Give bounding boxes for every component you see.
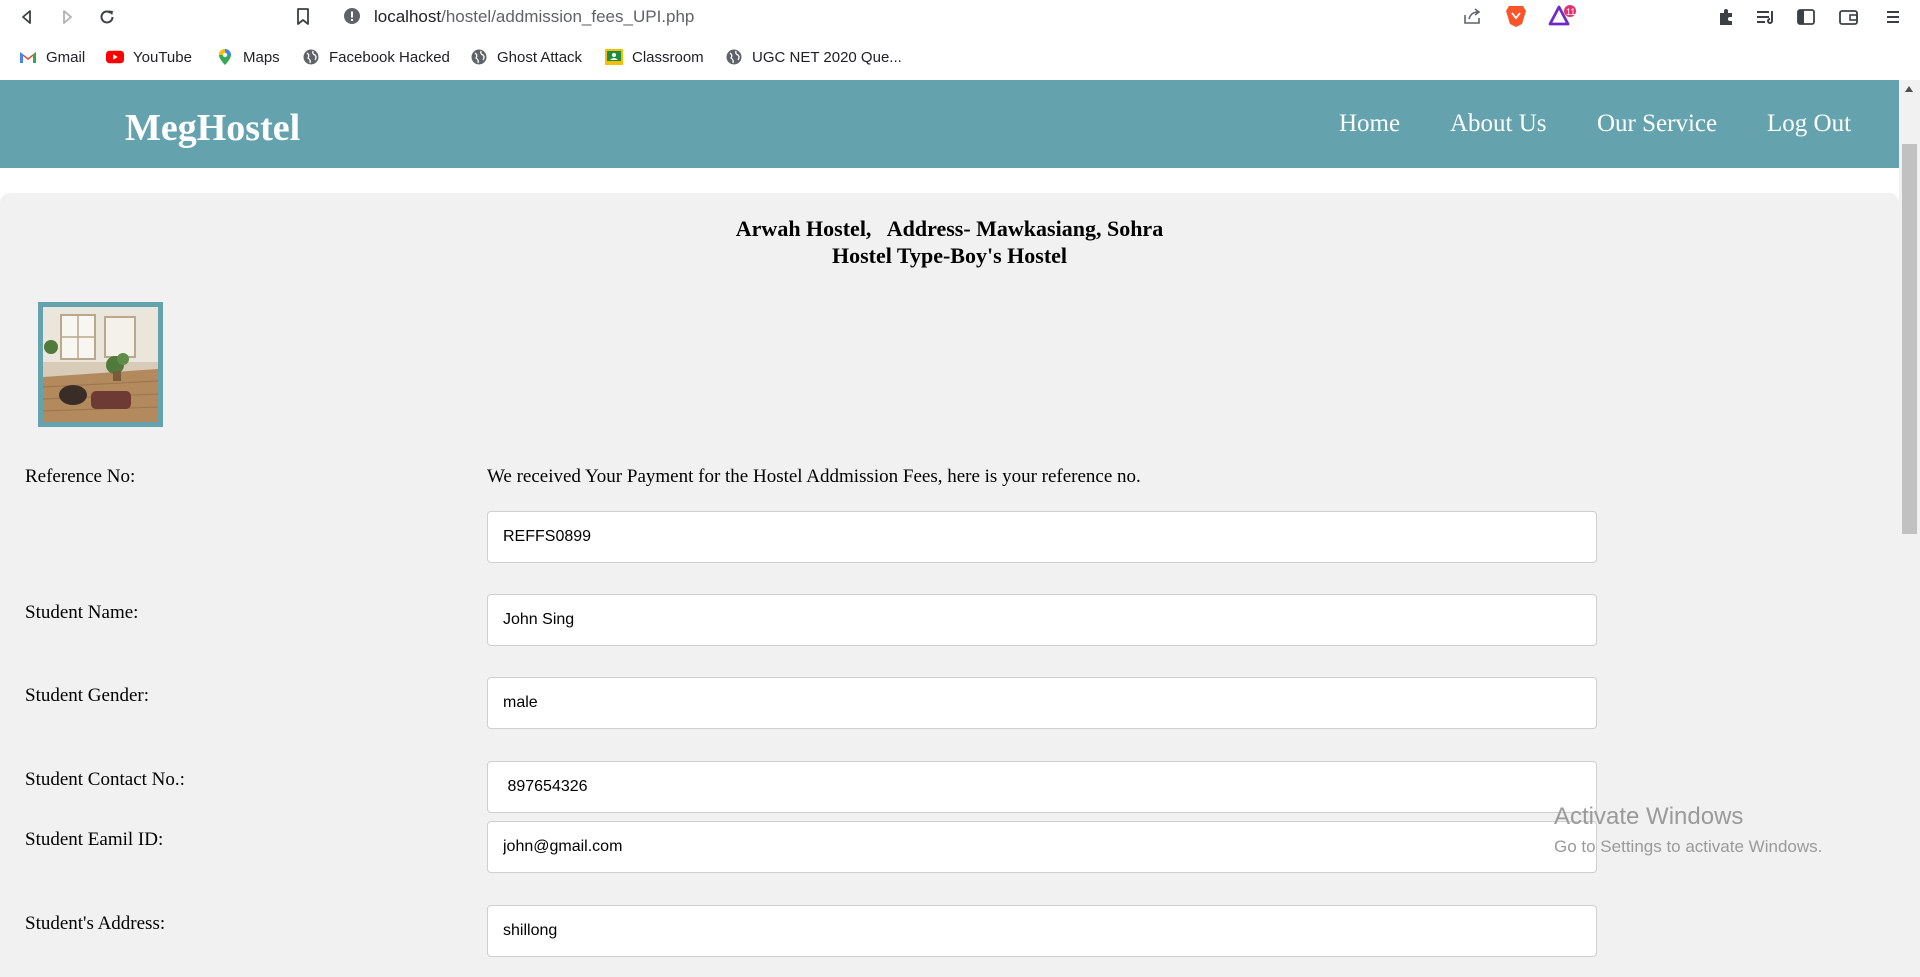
scroll-up-arrow[interactable] — [1905, 86, 1913, 92]
info-icon[interactable] — [344, 8, 360, 29]
site-header: MegHostel Home About Us Our Service Log … — [0, 80, 1899, 168]
bookmark-ugc-net[interactable]: UGC NET 2020 Que... — [725, 47, 902, 67]
bookmarks-bar: Gmail YouTube Maps Facebook Hacked Ghost… — [0, 40, 1920, 74]
brave-rewards-icon[interactable]: 11 — [1548, 4, 1578, 33]
payment-notice: We received Your Payment for the Hostel … — [487, 466, 1141, 487]
student-email-input[interactable] — [487, 821, 1597, 873]
address-bar[interactable]: localhost/hostel/addmission_fees_UPI.php… — [330, 0, 1590, 32]
label-student-contact: Student Contact No.: — [25, 769, 185, 790]
extensions-icon[interactable] — [1713, 4, 1739, 30]
nav-about-us[interactable]: About Us — [1450, 110, 1547, 138]
scrollbar-thumb[interactable] — [1902, 144, 1917, 534]
forward-icon[interactable] — [54, 4, 80, 30]
sidebar-icon[interactable] — [1793, 4, 1819, 30]
reference-no-input[interactable] — [487, 511, 1597, 563]
watermark-title: Activate Windows — [1554, 803, 1744, 830]
label-student-address: Student's Address: — [25, 913, 166, 934]
back-icon[interactable] — [14, 4, 40, 30]
bookmark-youtube[interactable]: YouTube — [106, 47, 192, 67]
label-student-email: Student Eamil ID: — [25, 829, 164, 850]
admission-panel: Arwah Hostel, Address- Mawkasiang, Sohra… — [0, 193, 1899, 977]
label-reference-no: Reference No: — [25, 466, 136, 487]
hostel-room-photo — [43, 307, 158, 422]
page-scrollbar[interactable] — [1899, 80, 1920, 977]
reload-icon[interactable] — [94, 4, 120, 30]
gmail-icon — [19, 48, 37, 66]
nav-home[interactable]: Home — [1339, 110, 1400, 138]
label-student-gender: Student Gender: — [25, 685, 150, 706]
share-icon[interactable] — [1463, 7, 1483, 30]
brave-shield-icon[interactable] — [1505, 4, 1527, 33]
student-gender-input[interactable] — [487, 677, 1597, 729]
nav-our-service[interactable]: Our Service — [1597, 110, 1717, 138]
student-name-input[interactable] — [487, 594, 1597, 646]
maps-icon — [216, 48, 234, 66]
url-text: localhost/hostel/addmission_fees_UPI.php — [374, 7, 695, 26]
bookmark-maps[interactable]: Maps — [216, 47, 280, 67]
hostel-name-address: Arwah Hostel, Address- Mawkasiang, Sohra — [735, 216, 1164, 241]
classroom-icon — [605, 48, 623, 66]
bookmark-ghost-attack[interactable]: Ghost Attack — [470, 47, 582, 67]
playlist-icon[interactable] — [1753, 4, 1779, 30]
nav-log-out[interactable]: Log Out — [1767, 110, 1851, 138]
globe-icon — [725, 48, 743, 66]
youtube-icon — [106, 48, 124, 66]
student-contact-input[interactable] — [487, 761, 1597, 813]
rewards-badge: 11 — [1566, 7, 1576, 17]
student-address-input[interactable] — [487, 905, 1597, 957]
bookmark-icon[interactable] — [290, 4, 316, 30]
bookmark-facebook-hacked[interactable]: Facebook Hacked — [302, 47, 450, 67]
browser-toolbar: localhost/hostel/addmission_fees_UPI.php… — [0, 0, 1920, 34]
globe-icon — [302, 48, 320, 66]
bookmark-classroom[interactable]: Classroom — [605, 47, 704, 67]
wallet-icon[interactable] — [1836, 4, 1862, 30]
watermark-subtitle: Go to Settings to activate Windows. — [1554, 837, 1823, 856]
bookmark-gmail[interactable]: Gmail — [19, 47, 85, 67]
hostel-photo-frame — [38, 302, 163, 427]
site-logo[interactable]: MegHostel — [125, 106, 300, 150]
label-student-name: Student Name: — [25, 602, 139, 623]
globe-icon — [470, 48, 488, 66]
menu-icon[interactable] — [1880, 4, 1906, 30]
activate-windows-watermark: Activate Windows Go to Settings to activ… — [1554, 803, 1822, 857]
hostel-type: Hostel Type-Boy's Hostel — [831, 243, 1068, 268]
